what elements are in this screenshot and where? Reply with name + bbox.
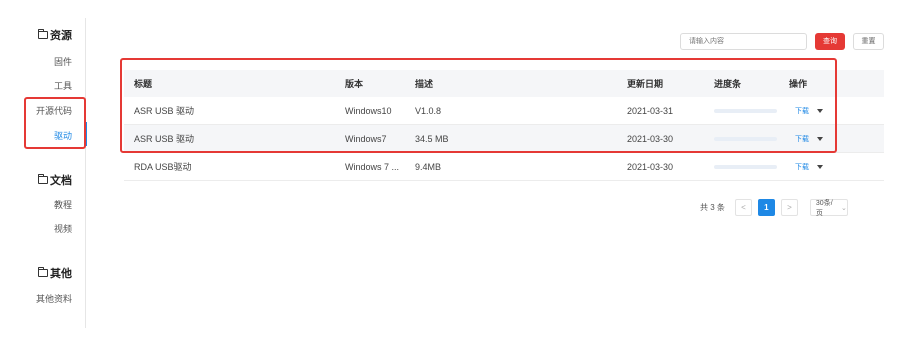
caret-down-icon[interactable] — [817, 164, 823, 169]
section-title-docs: 文档 — [50, 175, 72, 187]
search-input[interactable] — [680, 33, 807, 50]
prev-page-button[interactable]: < — [734, 199, 752, 216]
sidebar-item-tutorials[interactable]: 教程 — [54, 198, 72, 211]
next-page-button[interactable]: > — [780, 199, 798, 216]
sidebar: 资源 固件 工具 开源代码 驱动 文档 教程 视频 其他 其他资料 — [0, 0, 87, 339]
section-docs[interactable]: 文档 — [38, 172, 72, 188]
section-title-other: 其他 — [50, 268, 72, 280]
page-button-current[interactable]: 1 — [757, 199, 775, 216]
cell-version: Windows 7 ... — [345, 161, 400, 172]
sidebar-item-videos[interactable]: 视频 — [54, 222, 72, 235]
annotation-box-table — [120, 58, 837, 153]
folder-icon — [38, 267, 48, 277]
cell-date: 2021-03-30 — [627, 161, 674, 172]
page-size-label: 30条/页 — [815, 199, 833, 217]
cell-title: RDA USB驱动 — [134, 162, 192, 172]
sidebar-item-other-materials[interactable]: 其他资料 — [36, 292, 72, 305]
cell-action: 下载 — [779, 162, 884, 172]
cell-description: 9.4MB — [415, 161, 442, 172]
sidebar-divider — [85, 18, 86, 328]
section-resources[interactable]: 资源 — [38, 27, 72, 43]
page-size-select[interactable]: 30条/页 ⌄ — [809, 199, 848, 217]
chevron-down-icon: ⌄ — [841, 204, 847, 212]
cell-progress — [704, 164, 779, 169]
sidebar-item-firmware[interactable]: 固件 — [54, 55, 72, 68]
folder-icon — [38, 174, 48, 184]
pagination-total: 共 3 条 — [700, 203, 725, 212]
folder-icon — [38, 29, 48, 39]
sidebar-item-tools[interactable]: 工具 — [54, 79, 72, 92]
driver-download-page: 资源 固件 工具 开源代码 驱动 文档 教程 视频 其他 其他资料 查询 重置 … — [0, 0, 899, 339]
reset-button[interactable]: 重置 — [853, 33, 884, 50]
annotation-box-sidebar — [24, 97, 86, 149]
search-button[interactable]: 查询 — [815, 33, 845, 50]
progress-bar — [714, 164, 777, 169]
download-link[interactable]: 下载 — [795, 162, 809, 172]
section-title-resources: 资源 — [50, 30, 72, 42]
section-other[interactable]: 其他 — [38, 265, 72, 281]
table-row: RDA USB驱动 Windows 7 ... 9.4MB 2021-03-30… — [124, 153, 884, 181]
pagination: 共 3 条 < 1 > 30条/页 ⌄ — [700, 199, 848, 217]
